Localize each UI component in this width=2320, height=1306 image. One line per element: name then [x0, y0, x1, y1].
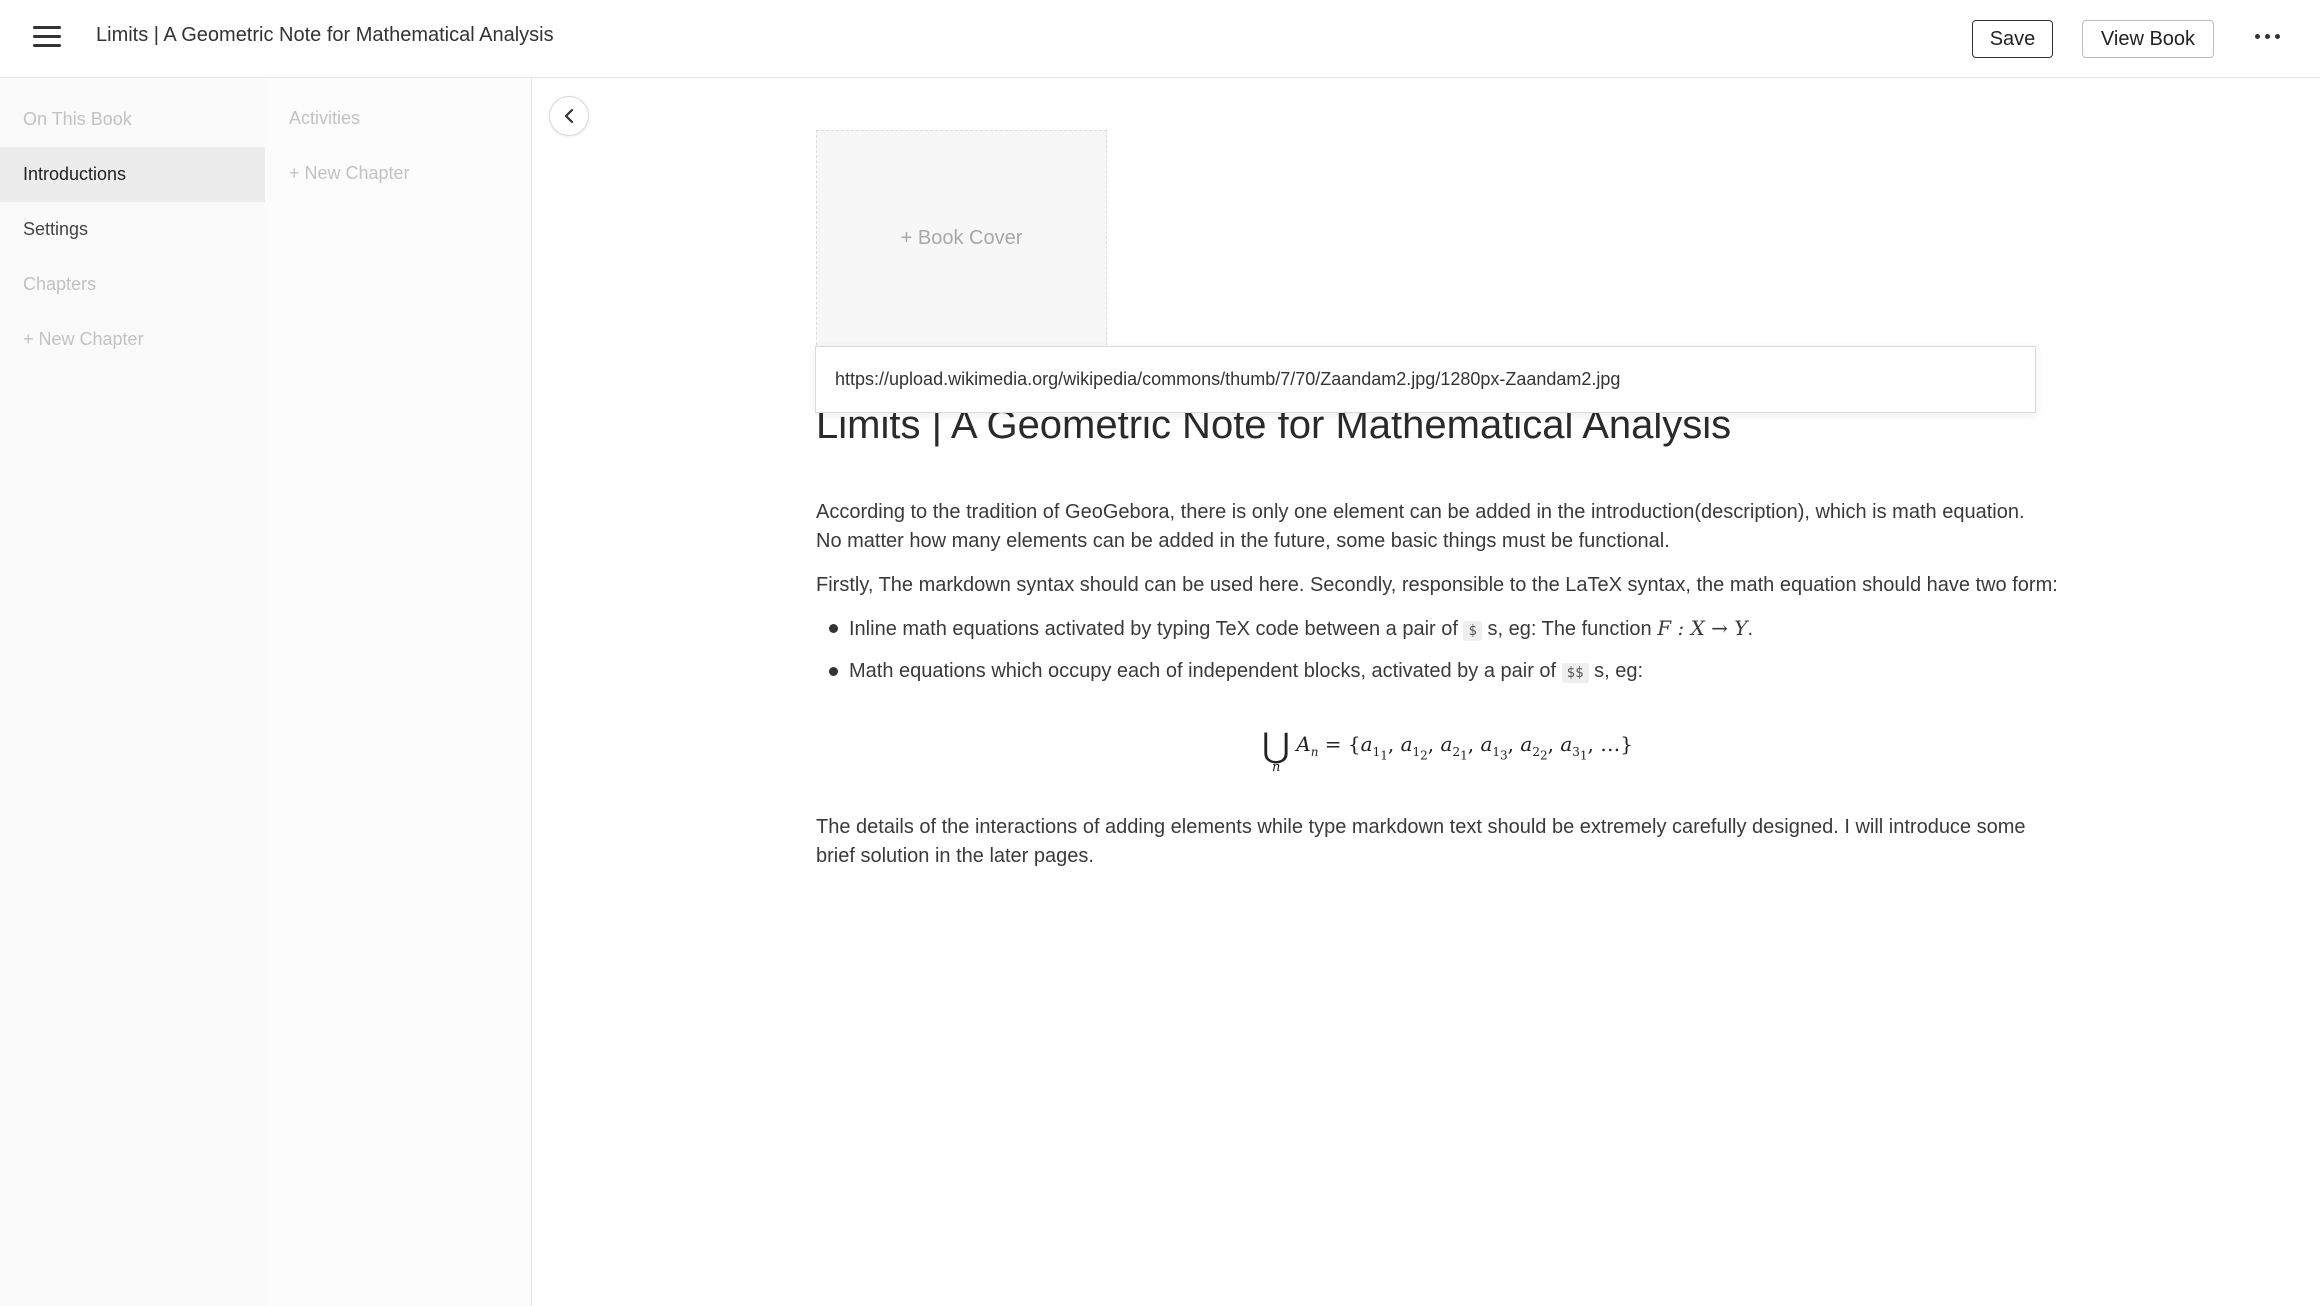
sidebar-item-chapters: Chapters	[23, 274, 97, 294]
book-cover-label: + Book Cover	[900, 227, 1023, 249]
list-item-block-math: Math equations which occupy each of inde…	[849, 657, 1643, 688]
collapse-sidebar-button[interactable]	[549, 96, 589, 136]
top-header: Limits | A Geometric Note for Mathematic…	[0, 0, 2320, 78]
inline-math: F : X → Y	[1657, 616, 1748, 640]
list-item-text: Math equations which occupy each of inde…	[849, 660, 1557, 682]
sidebar-item-introductions[interactable]: Introductions	[0, 147, 265, 202]
sidebar-item-on-this-book: On This Book	[23, 109, 132, 129]
list-item-inline-math: Inline math equations activated by typin…	[849, 614, 1753, 646]
cover-url-input[interactable]	[815, 346, 2036, 413]
subsidebar-item-activities: Activities	[289, 108, 361, 128]
list-item-text: s, eg:	[1594, 660, 1644, 682]
subsidebar-new-chapter-button[interactable]: + New Chapter	[289, 163, 410, 184]
paragraph-2: Firstly, The markdown syntax should can …	[816, 574, 2058, 596]
paragraph-1-line-1: According to the tradition of GeoGebora,…	[816, 501, 2025, 523]
book-cover-upload[interactable]: + Book Cover	[816, 130, 1107, 350]
view-book-button[interactable]: View Book	[2082, 20, 2214, 58]
list-item-text: s, eg: The function	[1487, 618, 1652, 640]
sidebar-item-settings[interactable]: Settings	[0, 202, 265, 257]
list-item-text: Inline math equations activated by typin…	[849, 618, 1458, 640]
inline-code: $	[1463, 621, 1482, 641]
inline-code: $$	[1561, 663, 1589, 683]
list-item-text: .	[1747, 618, 1754, 640]
save-button[interactable]: Save	[1972, 20, 2053, 58]
primary-sidebar: On This Book Introductions Settings Chap…	[0, 78, 265, 1306]
paragraph-1-line-2: No matter how many elements can be added…	[816, 530, 1670, 552]
hamburger-menu-icon[interactable]	[33, 26, 61, 52]
block-math-formula: ⋃ n An = {a11, a12, a21, a13, a22, a31, ……	[1262, 726, 1633, 775]
paragraph-3-line-2: brief solution in the later pages.	[816, 845, 1094, 867]
book-title: Limits | A Geometric Note for Mathematic…	[96, 24, 554, 46]
more-horizontal-icon[interactable]	[2255, 34, 2285, 42]
secondary-sidebar: Activities + New Chapter	[265, 78, 532, 1306]
bullet-dot	[829, 667, 838, 676]
chevron-left-icon	[564, 108, 574, 124]
bullet-dot	[829, 624, 838, 633]
sidebar-new-chapter-button[interactable]: + New Chapter	[0, 312, 265, 367]
paragraph-3-line-1: The details of the interactions of addin…	[816, 816, 2026, 838]
